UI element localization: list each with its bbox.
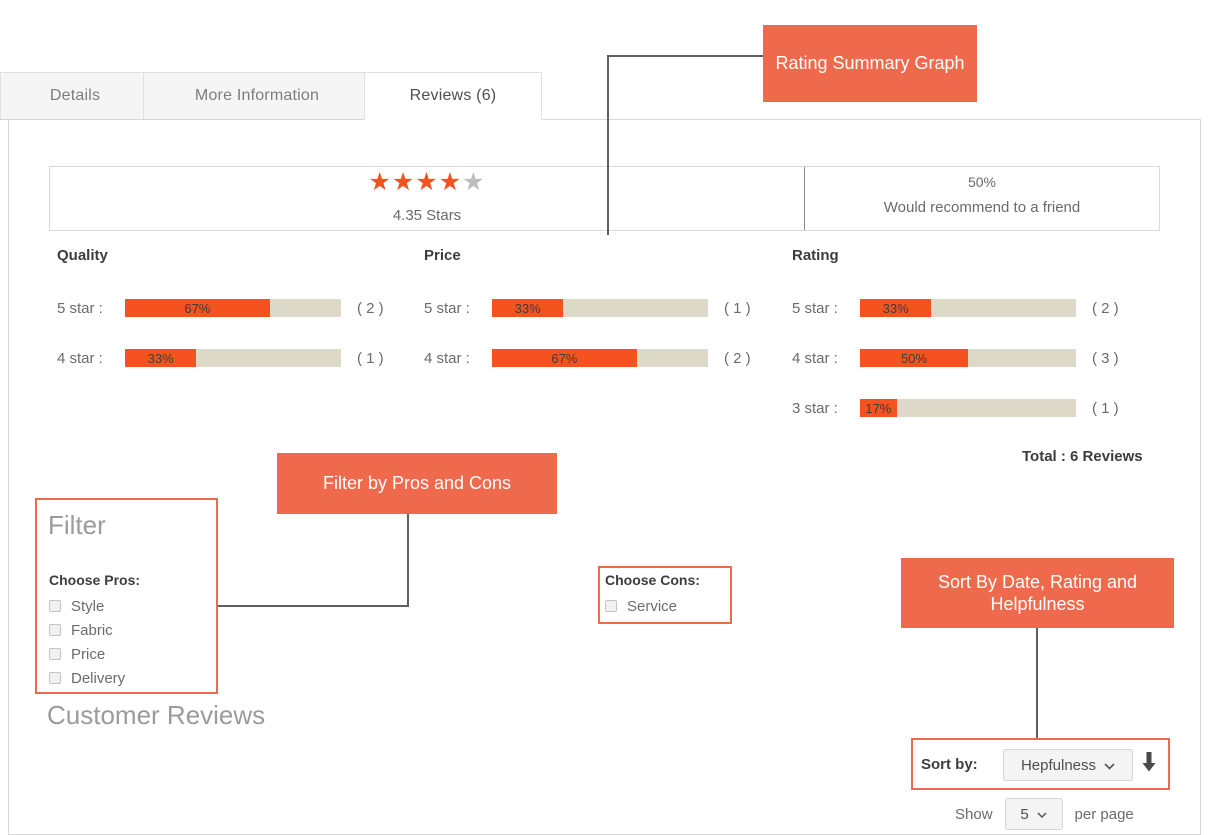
bar-count: ( 2 ) xyxy=(724,349,751,367)
bar-label: 4 star : xyxy=(792,349,838,367)
bar-count: ( 1 ) xyxy=(357,349,384,367)
bar-fill: 17% xyxy=(860,399,897,417)
cons-checkbox-list: Service xyxy=(605,594,677,618)
table-row: 4 star : 67% ( 2 ) xyxy=(424,349,768,367)
rating-group-quality: Quality 5 star : 67% ( 2 ) 4 star : 33% … xyxy=(57,247,384,367)
bar-fill: 33% xyxy=(492,299,564,317)
table-row: 5 star : 33% ( 1 ) xyxy=(424,299,768,317)
callout-connector-rating xyxy=(608,55,764,57)
pros-option-label: Price xyxy=(71,645,106,663)
bar-track: 50% xyxy=(860,349,1076,367)
table-row: 3 star : 17% ( 1 ) xyxy=(792,399,1136,417)
recommend-block: 50% Would recommend to a friend xyxy=(805,167,1159,230)
bar-count: ( 2 ) xyxy=(357,299,384,317)
checkbox-icon[interactable] xyxy=(49,648,61,660)
callout-sort-by: Sort By Date, Rating and Helpfulness xyxy=(901,558,1174,628)
chevron-down-icon xyxy=(1037,807,1047,821)
checkbox-icon[interactable] xyxy=(605,600,617,612)
pros-option-label: Delivery xyxy=(71,669,126,687)
checkbox-icon[interactable] xyxy=(49,624,61,636)
list-item[interactable]: Service xyxy=(605,594,677,618)
callout-connector-filter xyxy=(218,605,408,607)
average-rating-label: 4.35 Stars xyxy=(392,207,462,224)
per-page-label: per page xyxy=(1074,805,1134,823)
tab-more-information-label: More Information xyxy=(194,87,320,104)
cons-option-label: Service xyxy=(627,597,678,615)
star-rating-icon: ★★★★★ xyxy=(368,168,486,196)
per-page-value: 5 xyxy=(1020,805,1029,823)
sort-by-label: Sort by: xyxy=(921,756,978,773)
customer-reviews-heading: Customer Reviews xyxy=(47,700,266,730)
tab-reviews[interactable]: Reviews (6) xyxy=(364,72,542,120)
bar-label: 3 star : xyxy=(792,399,838,417)
bar-label: 4 star : xyxy=(424,349,470,367)
filter-title: Filter xyxy=(48,510,106,540)
bar-count: ( 3 ) xyxy=(1092,349,1119,367)
callout-rating-summary: Rating Summary Graph xyxy=(763,25,977,102)
rating-group-rating: Rating 5 star : 33% ( 2 ) 4 star : 50% (… xyxy=(792,247,1119,417)
rating-group-price: Price 5 star : 33% ( 1 ) 4 star : 67% ( … xyxy=(424,247,751,367)
table-row: 5 star : 67% ( 2 ) xyxy=(57,299,401,317)
average-rating-block: ★★★★★ 4.35 Stars xyxy=(50,167,805,230)
tab-reviews-label: Reviews (6) xyxy=(409,87,497,104)
sort-by-select[interactable]: Hepfulness xyxy=(1003,749,1133,781)
sort-direction-icon[interactable] xyxy=(1140,751,1158,778)
bar-fill: 67% xyxy=(125,299,270,317)
bar-track: 67% xyxy=(492,349,708,367)
list-item[interactable]: Delivery xyxy=(49,666,125,690)
bar-count: ( 1 ) xyxy=(1092,399,1119,417)
checkbox-icon[interactable] xyxy=(49,600,61,612)
pros-checkbox-list: Style Fabric Price Delivery xyxy=(49,594,125,690)
bar-label: 5 star : xyxy=(792,299,838,317)
tab-bar: Details More Information Reviews (6) xyxy=(0,72,1209,120)
tab-details-label: Details xyxy=(49,87,101,104)
table-row: 5 star : 33% ( 2 ) xyxy=(792,299,1136,317)
sort-by-value: Hepfulness xyxy=(1020,756,1097,774)
list-item[interactable]: Style xyxy=(49,594,125,618)
bar-label: 5 star : xyxy=(424,299,470,317)
list-item[interactable]: Price xyxy=(49,642,125,666)
tab-more-information[interactable]: More Information xyxy=(143,72,371,120)
callout-filter-pros-cons: Filter by Pros and Cons xyxy=(277,453,557,514)
tab-details[interactable]: Details xyxy=(0,72,150,120)
bar-count: ( 1 ) xyxy=(724,299,751,317)
bar-fill: 50% xyxy=(860,349,968,367)
show-label: Show xyxy=(955,805,993,823)
bar-track: 67% xyxy=(125,299,341,317)
table-row: 4 star : 50% ( 3 ) xyxy=(792,349,1136,367)
choose-pros-label: Choose Pros: xyxy=(49,572,141,588)
bar-count: ( 2 ) xyxy=(1092,299,1119,317)
rating-group-price-title: Price xyxy=(424,247,461,264)
list-item[interactable]: Fabric xyxy=(49,618,125,642)
bar-track: 33% xyxy=(492,299,708,317)
callout-connector-rating xyxy=(607,55,609,235)
callout-connector-filter xyxy=(407,514,409,607)
rating-group-rating-title: Rating xyxy=(792,247,839,264)
bar-fill: 33% xyxy=(860,299,932,317)
table-row: 4 star : 33% ( 1 ) xyxy=(57,349,401,367)
rating-summary-box: ★★★★★ 4.35 Stars 50% Would recommend to … xyxy=(49,166,1160,231)
checkbox-icon[interactable] xyxy=(49,672,61,684)
rating-group-quality-title: Quality xyxy=(57,247,108,264)
recommend-percent: 50% xyxy=(967,174,997,190)
chevron-down-icon xyxy=(1104,758,1115,773)
active-tab-seam xyxy=(365,118,541,121)
callout-connector-sort xyxy=(1036,628,1038,738)
bar-track: 33% xyxy=(125,349,341,367)
recommend-text: Would recommend to a friend xyxy=(883,199,1081,216)
bar-track: 33% xyxy=(860,299,1076,317)
pros-option-label: Style xyxy=(71,597,105,615)
bar-label: 5 star : xyxy=(57,299,103,317)
bar-label: 4 star : xyxy=(57,349,103,367)
bar-fill: 67% xyxy=(492,349,637,367)
pros-option-label: Fabric xyxy=(71,621,113,639)
per-page-select[interactable]: 5 xyxy=(1004,798,1063,830)
bar-fill: 33% xyxy=(125,349,197,367)
bar-track: 17% xyxy=(860,399,1076,417)
per-page-controls: Show 5 per page xyxy=(955,798,1134,830)
choose-cons-label: Choose Cons: xyxy=(605,572,700,588)
total-reviews-label: Total : 6 Reviews xyxy=(1022,448,1143,465)
